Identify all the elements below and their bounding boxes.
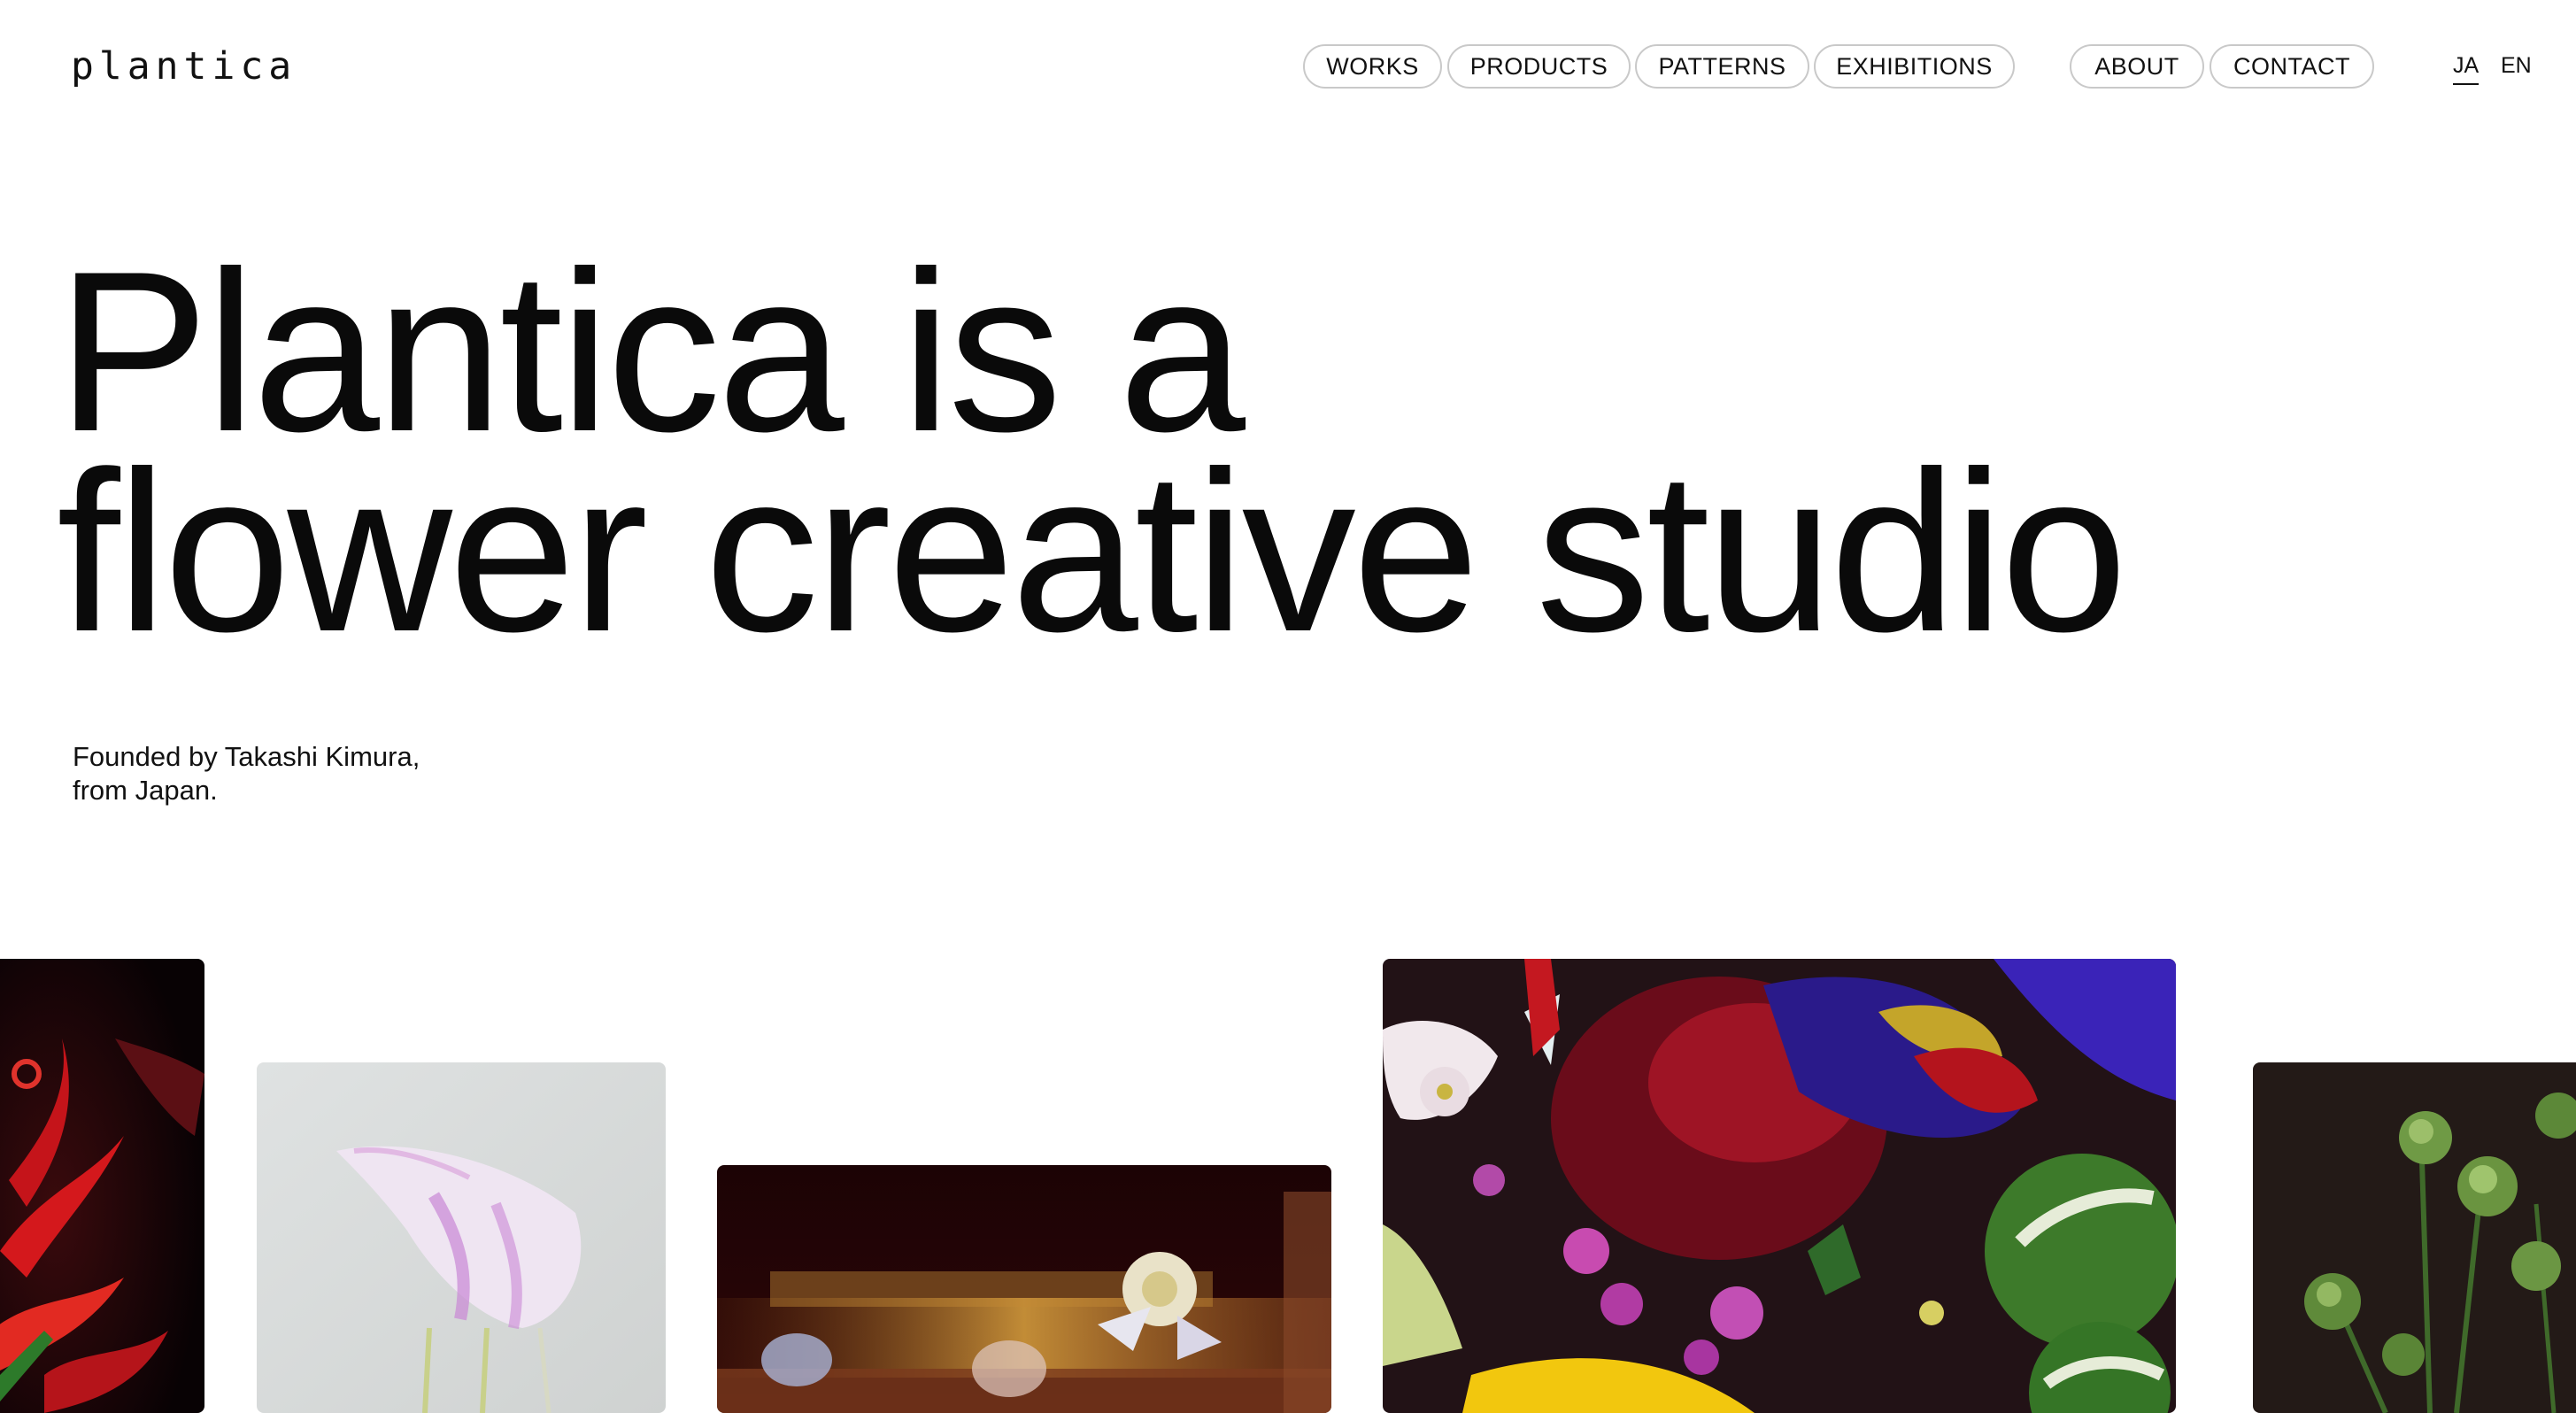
nav-patterns-link[interactable]: PATTERNS — [1635, 44, 1809, 89]
founder-caption-line-2: from Japan. — [73, 775, 218, 806]
language-ja-link[interactable]: JA — [2453, 51, 2480, 85]
mixed-bouquet-image[interactable] — [1383, 959, 2176, 1413]
pale-pink-petal-image[interactable] — [257, 1062, 666, 1413]
red-lily-illustration — [0, 959, 204, 1413]
language-en-link[interactable]: EN — [2501, 51, 2532, 80]
founder-caption: Founded by Takashi Kimura, from Japan. — [73, 740, 604, 807]
nav-about-link[interactable]: ABOUT — [2070, 44, 2204, 89]
main-navigation: WORKS PRODUCTS PATTERNS EXHIBITIONS ABOU… — [1303, 44, 2374, 90]
blurred-flowers-image[interactable] — [717, 1165, 1331, 1413]
nav-exhibitions-link[interactable]: EXHIBITIONS — [1814, 44, 2015, 89]
hero-headline-line-2: flower creative studio — [57, 423, 2127, 679]
green-buds-illustration — [2253, 1062, 2576, 1413]
site-logo[interactable]: plantica — [71, 44, 297, 89]
red-lily-image[interactable] — [0, 959, 204, 1413]
nav-products-link[interactable]: PRODUCTS — [1447, 44, 1631, 89]
founder-caption-line-1: Founded by Takashi Kimura, — [73, 741, 420, 772]
blurred-flowers-illustration — [717, 1165, 1331, 1413]
hero-headline-line-1: Plantica is a — [57, 223, 1246, 479]
nav-contact-link[interactable]: CONTACT — [2210, 44, 2374, 89]
nav-works-link[interactable]: WORKS — [1303, 44, 1442, 89]
hero-headline: Plantica is a flower creative studio — [57, 223, 2127, 679]
pale-petal-illustration — [257, 1062, 666, 1413]
mixed-bouquet-illustration — [1383, 959, 2176, 1413]
green-buds-image[interactable] — [2253, 1062, 2576, 1413]
